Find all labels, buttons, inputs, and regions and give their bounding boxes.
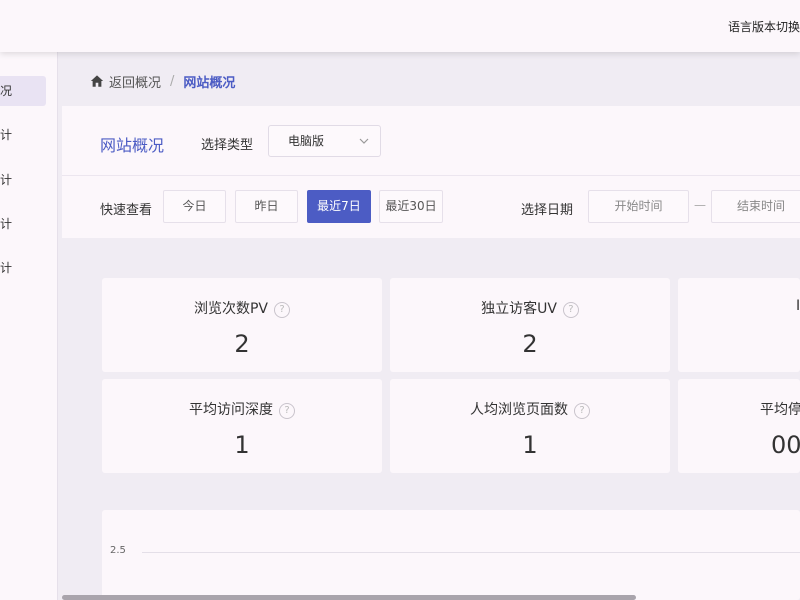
chevron-down-icon [359, 138, 369, 144]
horizontal-scrollbar[interactable] [62, 595, 636, 600]
sidebar-item-overview[interactable]: 况 [0, 76, 46, 106]
quick-today-button[interactable]: 今日 [163, 190, 226, 223]
sidebar-item-stats-4[interactable]: 计 [0, 253, 46, 283]
stat-card-3: I [678, 278, 800, 372]
language-switch[interactable]: 语言版本切换 [728, 18, 800, 35]
breadcrumb-current: 网站概况 [183, 75, 236, 91]
help-icon[interactable]: ? [274, 302, 291, 318]
breadcrumb-separator: / [170, 73, 175, 89]
stat-label: 浏览次数PV [193, 301, 269, 317]
type-label: 选择类型 [201, 138, 254, 153]
stat-label: 平均停 [760, 402, 800, 418]
type-select[interactable]: 电脑版 [268, 125, 381, 157]
stat-value: 1 [522, 431, 538, 459]
stat-label: I [796, 298, 800, 314]
sidebar-item-label: 况 [0, 84, 12, 98]
y-tick-label: 2.5 [110, 545, 126, 556]
quick-view-label: 快速查看 [100, 203, 153, 218]
stat-card-uv: 独立访客UV? 2 [390, 278, 670, 372]
quick-last7-button[interactable]: 最近7日 [307, 190, 371, 223]
stat-label: 独立访客UV [481, 301, 557, 317]
breadcrumb: 返回概况 / 网站概况 [90, 72, 236, 91]
sidebar-item-stats-1[interactable]: 计 [0, 120, 46, 150]
help-icon[interactable]: ? [574, 403, 590, 419]
date-range-dash: — [694, 198, 706, 212]
panel-divider [62, 175, 800, 176]
quick-yesterday-button[interactable]: 昨日 [235, 190, 298, 223]
stat-card-pv: 浏览次数PV? 2 [102, 278, 382, 372]
stat-card-pages-per-user: 人均浏览页面数? 1 [390, 379, 670, 473]
start-date-input[interactable]: 开始时间 [588, 190, 689, 223]
type-select-value: 电脑版 [288, 134, 325, 148]
stat-label: 人均浏览页面数 [470, 402, 568, 418]
help-icon[interactable]: ? [562, 302, 579, 318]
stat-label: 平均访问深度 [189, 402, 273, 418]
breadcrumb-back-link[interactable]: 返回概况 [109, 72, 161, 91]
sidebar-item-label: 计 [0, 217, 12, 231]
stat-value: 2 [234, 330, 250, 358]
sidebar-item-label: 计 [0, 173, 12, 187]
filter-panel: 网站概况 选择类型 电脑版 快速查看 今日 昨日 最近7日 最近30日 选择日期… [62, 106, 800, 238]
sidebar-item-label: 计 [0, 261, 12, 275]
stat-card-avg-stay: 平均停 00: [678, 379, 800, 473]
sidebar-item-stats-2[interactable]: 计 [0, 165, 46, 195]
sidebar-item-label: 计 [0, 128, 12, 142]
quick-last30-button[interactable]: 最近30日 [379, 190, 443, 223]
date-label: 选择日期 [521, 203, 574, 218]
end-date-input[interactable]: 结束时间 [711, 190, 800, 223]
home-icon [90, 75, 104, 87]
stat-value: 2 [522, 330, 538, 358]
sidebar-item-stats-3[interactable]: 计 [0, 209, 46, 239]
help-icon[interactable]: ? [279, 403, 295, 419]
top-bar: 语言版本切换 [0, 0, 800, 52]
page-title: 网站概况 [100, 136, 165, 155]
sidebar: 况 计 计 计 计 [0, 52, 58, 600]
y-gridline [142, 552, 800, 553]
stat-value: 1 [234, 431, 250, 459]
stat-value: 00: [771, 431, 800, 459]
trend-chart: 2.5 [102, 510, 800, 600]
stat-card-depth: 平均访问深度? 1 [102, 379, 382, 473]
